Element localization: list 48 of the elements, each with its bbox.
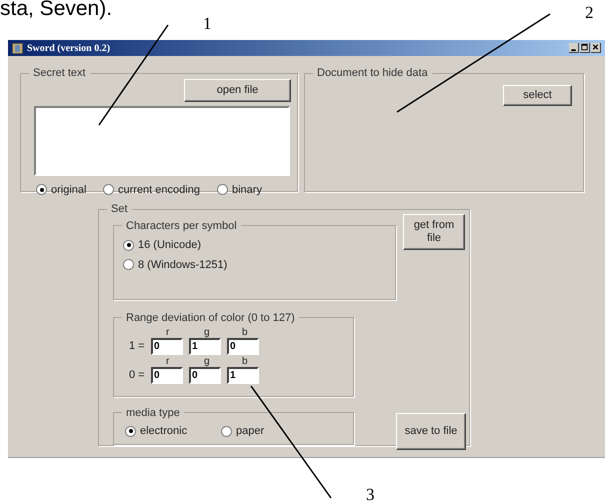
channel-label: r xyxy=(166,327,170,338)
input-field[interactable]: 0 xyxy=(227,338,259,355)
body-text: sta, Seven). xyxy=(0,0,112,22)
callout-number: 2 xyxy=(585,4,594,22)
radio-label: electronic xyxy=(140,424,188,439)
group-label: Set xyxy=(110,202,129,217)
save-to-file-button[interactable]: save to file xyxy=(396,412,466,450)
row-label: 0 = xyxy=(129,368,146,382)
close-icon[interactable] xyxy=(591,43,601,53)
radio-button[interactable] xyxy=(125,426,136,437)
group-label: media type xyxy=(125,406,181,420)
radio-label: binary xyxy=(232,182,262,198)
channel-label: b xyxy=(242,356,249,367)
radio-button[interactable] xyxy=(103,184,114,196)
radio-button[interactable] xyxy=(221,426,232,437)
input-field[interactable]: 1 xyxy=(189,338,221,355)
group-label: Document to hide data xyxy=(316,66,429,81)
callout-number: 3 xyxy=(366,486,374,504)
input-field[interactable]: 1 xyxy=(227,367,259,384)
channel-label: r xyxy=(166,356,170,367)
channel-label: b xyxy=(242,327,249,338)
input-field[interactable]: 0 xyxy=(151,338,183,355)
input-field[interactable]: 0 xyxy=(151,367,183,384)
group-label: Secret text xyxy=(32,66,87,81)
group-label: Characters per symbol xyxy=(125,218,238,234)
input-field[interactable]: 0 xyxy=(189,367,221,384)
radio-button[interactable] xyxy=(123,240,134,251)
get-from-file-button[interactable]: get from file xyxy=(403,214,465,250)
radio-label: paper xyxy=(236,424,264,439)
radio-label: 8 (Windows-1251) xyxy=(138,258,228,272)
minimize-icon[interactable] xyxy=(569,43,579,53)
open-file-button[interactable]: open file xyxy=(184,78,291,102)
select-button[interactable]: select xyxy=(503,84,572,106)
app-icon xyxy=(12,42,23,54)
radio-button[interactable] xyxy=(123,259,134,270)
callout-number: 1 xyxy=(203,15,212,33)
channel-label: g xyxy=(204,327,211,338)
text-area[interactable] xyxy=(34,106,290,176)
radio-button[interactable] xyxy=(217,184,228,196)
row-label: 1 = xyxy=(129,338,146,354)
radio-label: original xyxy=(51,182,86,198)
radio-button[interactable] xyxy=(36,184,47,196)
channel-label: g xyxy=(204,356,211,367)
group-label: Range deviation of color (0 to 127) xyxy=(125,310,296,326)
radio-label: current encoding xyxy=(118,182,200,198)
radio-label: 16 (Unicode) xyxy=(138,238,201,253)
window-title: Sword (version 0.2) xyxy=(27,42,110,56)
maximize-icon[interactable] xyxy=(580,43,590,53)
